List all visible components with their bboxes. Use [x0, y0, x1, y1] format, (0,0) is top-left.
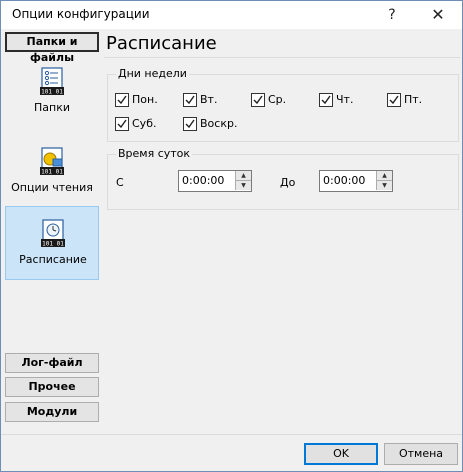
to-time-input[interactable]: 0:00:00 ▲ ▼ [319, 170, 393, 192]
time-of-day-legend: Время суток [116, 147, 193, 160]
checkbox-box[interactable] [183, 117, 197, 131]
sidebar-button-folders-files[interactable]: Папки и файлы [5, 32, 99, 64]
checkbox-thursday[interactable]: Чт. [319, 93, 379, 109]
checkbox-box[interactable] [319, 93, 333, 107]
footer-divider [1, 434, 462, 435]
checkmark-icon [185, 119, 195, 129]
from-label: С [116, 176, 124, 189]
settings-panel: Расписание Дни недели Пон. Вт. Ср. Чт. П… [104, 30, 460, 433]
checkbox-box[interactable] [115, 117, 129, 131]
sidebar-item-label: Папки [34, 101, 70, 114]
checkmark-icon [117, 95, 127, 105]
sidebar-item-label: Опции чтения [11, 181, 93, 194]
checkbox-label: Суб. [132, 117, 157, 130]
checkbox-label: Вт. [200, 93, 218, 106]
weekdays-group: Дни недели Пон. Вт. Ср. Чт. Пт. Суб. Вос… [107, 67, 459, 142]
checkbox-box[interactable] [387, 93, 401, 107]
window-title: Опции конфигурации [12, 7, 150, 21]
checkmark-icon [389, 95, 399, 105]
help-button[interactable]: ? [369, 1, 415, 29]
folder-list-icon: 101 01 [40, 67, 64, 96]
sidebar-item-label: Расписание [19, 253, 87, 266]
from-time-input[interactable]: 0:00:00 ▲ ▼ [178, 170, 252, 192]
dialog-footer: OK Отмена [1, 434, 462, 471]
checkbox-tuesday[interactable]: Вт. [183, 93, 243, 109]
checkmark-icon [117, 119, 127, 129]
checkmark-icon [321, 95, 331, 105]
spin-down-icon[interactable]: ▼ [376, 181, 392, 190]
title-divider [104, 57, 460, 58]
sidebar-item-folders[interactable]: 101 01 Папки [5, 60, 99, 132]
checkmark-icon [185, 95, 195, 105]
from-time-value[interactable]: 0:00:00 [182, 174, 224, 187]
checkbox-sunday[interactable]: Воскр. [183, 117, 253, 133]
time-of-day-group: Время суток С 0:00:00 ▲ ▼ До 0:00:00 ▲ ▼ [107, 147, 459, 210]
checkbox-saturday[interactable]: Суб. [115, 117, 175, 133]
sidebar: Папки и файлы 101 01 Папки 101 01 Опции … [2, 30, 102, 433]
checkbox-box[interactable] [115, 93, 129, 107]
sidebar-item-schedule[interactable]: 101 01 Расписание [5, 206, 99, 280]
sidebar-button-log-file[interactable]: Лог-файл [5, 353, 99, 373]
checkmark-icon [253, 95, 263, 105]
close-icon: ✕ [431, 5, 445, 24]
checkbox-friday[interactable]: Пт. [387, 93, 447, 109]
close-button[interactable]: ✕ [415, 1, 461, 29]
checkbox-label: Пон. [132, 93, 158, 106]
weekdays-legend: Дни недели [116, 67, 189, 80]
cancel-button[interactable]: Отмена [384, 443, 458, 465]
page-title: Расписание [106, 33, 217, 54]
ok-button[interactable]: OK [304, 443, 378, 465]
checkbox-label: Пт. [404, 93, 423, 106]
to-time-value[interactable]: 0:00:00 [323, 174, 365, 187]
sidebar-button-modules[interactable]: Модули [5, 402, 99, 422]
sidebar-item-read-options[interactable]: 101 01 Опции чтения [5, 140, 99, 212]
checkbox-label: Воскр. [200, 117, 238, 130]
checkbox-box[interactable] [183, 93, 197, 107]
title-bar: Опции конфигурации ? ✕ [1, 1, 462, 29]
spin-up-icon[interactable]: ▲ [235, 171, 251, 181]
spin-down-icon[interactable]: ▼ [235, 181, 251, 190]
to-label: До [280, 176, 296, 189]
config-dialog: Опции конфигурации ? ✕ Папки и файлы 101… [0, 0, 463, 472]
read-options-icon: 101 01 [40, 147, 64, 176]
checkbox-label: Ср. [268, 93, 287, 106]
svg-text:101 01: 101 01 [41, 169, 63, 176]
checkbox-wednesday[interactable]: Ср. [251, 93, 311, 109]
checkbox-monday[interactable]: Пон. [115, 93, 175, 109]
checkbox-box[interactable] [251, 93, 265, 107]
sidebar-button-other[interactable]: Прочее [5, 377, 99, 397]
svg-text:101 01: 101 01 [42, 241, 64, 248]
spin-up-icon[interactable]: ▲ [376, 171, 392, 181]
svg-text:101 01: 101 01 [41, 89, 63, 96]
checkbox-label: Чт. [336, 93, 354, 106]
clock-schedule-icon: 101 01 [41, 219, 65, 248]
